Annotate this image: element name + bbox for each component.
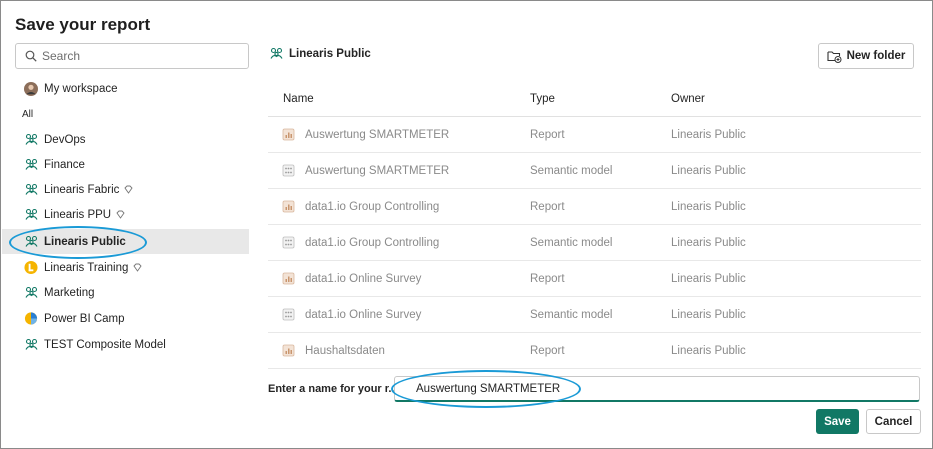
column-header-type[interactable]: Type — [530, 93, 671, 105]
report-icon — [282, 128, 295, 141]
workspace-icon — [24, 133, 38, 147]
save-report-dialog: Save your report My workspace All DevO — [0, 0, 933, 449]
sidebar-item-label: Linearis PPU — [44, 208, 112, 221]
sidebar-item-label: DevOps — [44, 133, 86, 146]
item-owner: Linearis Public — [671, 200, 746, 213]
new-folder-icon — [827, 51, 842, 63]
sidebar-item-label: Linearis Training — [44, 261, 129, 274]
workspace-icon — [24, 286, 38, 300]
item-owner: Linearis Public — [671, 272, 746, 285]
item-name: data1.io Group Controlling — [305, 200, 440, 213]
sidebar-item-marketing[interactable]: Marketing — [2, 280, 249, 305]
item-name: Auswertung SMARTMETER — [305, 164, 450, 177]
item-name: data1.io Online Survey — [305, 272, 422, 285]
item-owner: Linearis Public — [671, 308, 746, 321]
item-name: data1.io Online Survey — [305, 308, 422, 321]
sidebar-item-label: TEST Composite Model — [44, 338, 166, 351]
item-type: Report — [530, 128, 565, 141]
item-type: Semantic model — [530, 236, 613, 249]
sidebar-item-label: Finance — [44, 158, 85, 171]
avatar — [24, 81, 38, 96]
current-workspace-name: Linearis Public — [289, 48, 371, 60]
semantic-model-icon — [282, 308, 295, 321]
table-row[interactable]: Auswertung SMARTMETER Report Linearis Pu… — [268, 117, 921, 153]
sidebar-item-test-composite-model[interactable]: TEST Composite Model — [2, 332, 249, 357]
semantic-model-icon — [282, 164, 295, 177]
workspace-sidebar: My workspace All DevOps Finance Linearis… — [2, 41, 260, 449]
sidebar-item-finance[interactable]: Finance — [2, 152, 249, 177]
dialog-title: Save your report — [15, 15, 151, 34]
report-icon — [282, 272, 295, 285]
sidebar-item-label: Marketing — [44, 286, 95, 299]
item-name: Auswertung SMARTMETER — [305, 128, 450, 141]
diamond-icon — [116, 210, 125, 219]
item-owner: Linearis Public — [671, 344, 746, 357]
item-type: Semantic model — [530, 308, 613, 321]
table-header: Name Type Owner — [268, 81, 921, 117]
report-name-label: Enter a name for your r... — [268, 383, 398, 395]
linearis-logo-icon — [24, 260, 38, 275]
search-icon — [25, 50, 37, 62]
powerbi-camp-logo-icon — [24, 312, 38, 326]
item-name: Haushaltsdaten — [305, 344, 385, 357]
workspace-icon — [24, 208, 38, 222]
report-icon — [282, 344, 295, 357]
sidebar-item-label: My workspace — [44, 82, 118, 95]
workspace-icon — [24, 183, 38, 197]
sidebar-item-linearis-fabric[interactable]: Linearis Fabric — [2, 177, 249, 202]
table-row[interactable]: data1.io Group Controlling Report Linear… — [268, 189, 921, 225]
semantic-model-icon — [282, 236, 295, 249]
sidebar-item-label: Linearis Public — [44, 235, 126, 248]
cancel-button[interactable]: Cancel — [866, 409, 921, 434]
new-folder-label: New folder — [846, 50, 906, 62]
report-name-input[interactable] — [394, 376, 920, 402]
table-row[interactable]: data1.io Online Survey Semantic model Li… — [268, 297, 921, 333]
item-type: Semantic model — [530, 164, 613, 177]
item-type: Report — [530, 200, 565, 213]
workspace-icon — [24, 235, 38, 249]
column-header-name[interactable]: Name — [268, 93, 530, 105]
item-name: data1.io Group Controlling — [305, 236, 440, 249]
diamond-icon — [124, 185, 134, 194]
item-owner: Linearis Public — [671, 128, 746, 141]
diamond-icon — [133, 263, 142, 272]
workspace-icon — [24, 338, 38, 352]
sidebar-item-devops[interactable]: DevOps — [2, 127, 249, 152]
new-folder-button[interactable]: New folder — [818, 43, 914, 69]
sidebar-item-my-workspace[interactable]: My workspace — [2, 76, 249, 101]
report-icon — [282, 200, 295, 213]
search-box[interactable] — [15, 43, 249, 69]
save-button[interactable]: Save — [816, 409, 859, 434]
sidebar-item-linearis-training[interactable]: Linearis Training — [2, 255, 249, 280]
item-type: Report — [530, 344, 565, 357]
item-type: Report — [530, 272, 565, 285]
table-row[interactable]: Auswertung SMARTMETER Semantic model Lin… — [268, 153, 921, 189]
item-owner: Linearis Public — [671, 236, 746, 249]
sidebar-item-label: Linearis Fabric — [44, 183, 120, 196]
sidebar-item-linearis-ppu[interactable]: Linearis PPU — [2, 202, 249, 227]
all-workspaces-label: All — [22, 109, 34, 120]
item-owner: Linearis Public — [671, 164, 746, 177]
column-header-owner[interactable]: Owner — [671, 93, 921, 105]
search-input[interactable] — [42, 47, 242, 65]
current-workspace-header: Linearis Public — [270, 47, 371, 61]
table-row[interactable]: Haushaltsdaten Report Linearis Public — [268, 333, 921, 369]
sidebar-item-label: Power BI Camp — [44, 312, 125, 325]
sidebar-item-power-bi-camp[interactable]: Power BI Camp — [2, 306, 249, 331]
workspace-icon — [270, 47, 284, 61]
table-row[interactable]: data1.io Online Survey Report Linearis P… — [268, 261, 921, 297]
table-row[interactable]: data1.io Group Controlling Semantic mode… — [268, 225, 921, 261]
workspace-icon — [24, 158, 38, 172]
sidebar-item-linearis-public[interactable]: Linearis Public — [2, 229, 249, 254]
items-table: Name Type Owner Auswertung SMARTMETER Re… — [268, 81, 921, 369]
